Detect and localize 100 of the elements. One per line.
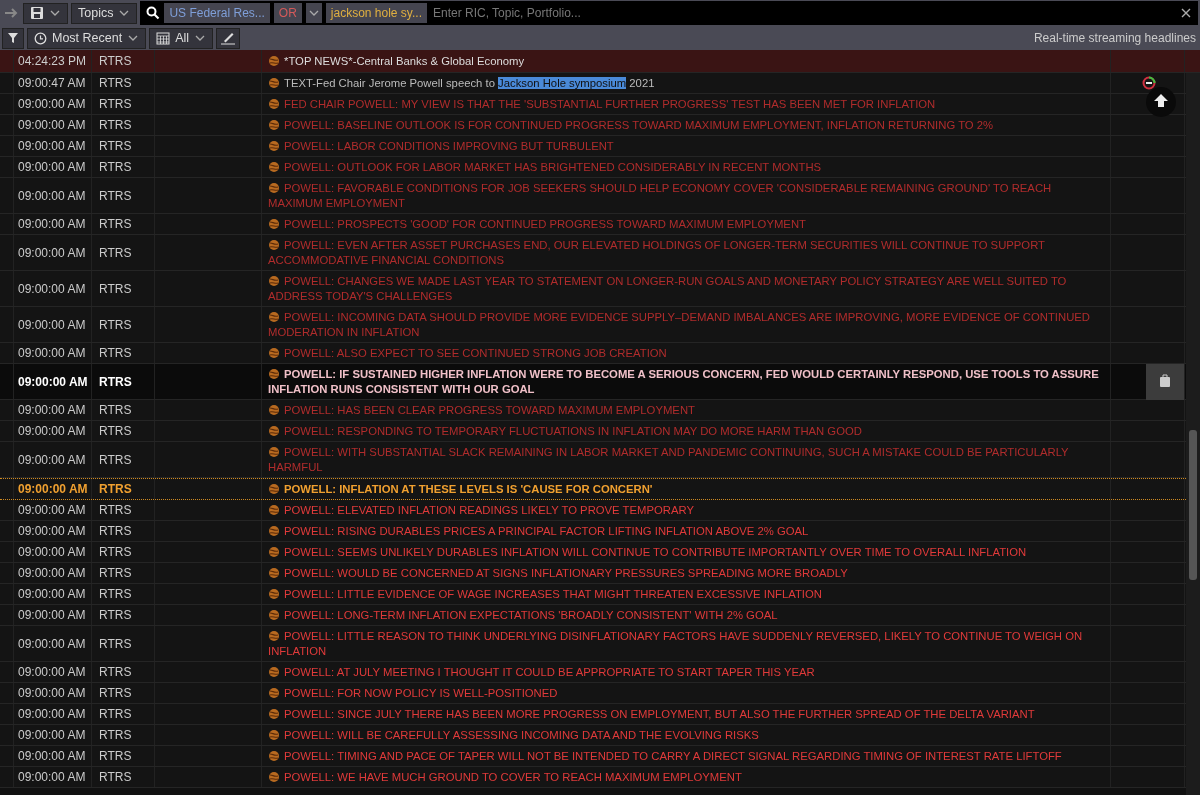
headline-link[interactable]: FED CHAIR POWELL: MY VIEW IS THAT THE 'SUBSTANTIAL FURTHER PROGRESS' TEST HAS BEEN MET FOR INFLATION (262, 94, 1111, 114)
headline-link[interactable]: POWELL: WE HAVE MUCH GROUND TO COVER TO REACH MAXIMUM EMPLOYMENT (262, 767, 1111, 787)
headline-link[interactable]: POWELL: RISING DURABLES PRICES A PRINCIPAL FACTOR LIFTING INFLATION ABOVE 2% GOAL (262, 521, 1111, 541)
headline-link[interactable]: POWELL: WITH SUBSTANTIAL SLACK REMAINING IN LABOR MARKET AND PANDEMIC CONTINUING, SUCH A MISTAKE COULD BE PARTICULARLY HARMFUL (262, 442, 1111, 477)
close-icon[interactable] (1180, 7, 1192, 19)
save-icon (30, 6, 44, 20)
headline-link[interactable]: POWELL: OUTLOOK FOR LABOR MARKET HAS BRIGHTENED CONSIDERABLY IN RECENT MONTHS (262, 157, 1111, 177)
globe-icon (268, 161, 280, 173)
headline-link[interactable]: POWELL: LONG-TERM INFLATION EXPECTATIONS 'BROADLY CONSISTENT' WITH 2% GOAL (262, 605, 1111, 625)
source-cell: RTRS (92, 563, 155, 583)
ric-input[interactable]: Enter RIC, Topic, Portfolio... (430, 3, 1176, 23)
scrollbar[interactable] (1186, 73, 1200, 795)
scroll-top-button[interactable] (1146, 87, 1176, 117)
caption-text: Real-time streaming headlines (1033, 30, 1196, 47)
headline-link[interactable]: POWELL: FOR NOW POLICY IS WELL-POSITIONED (262, 683, 1111, 703)
source-cell: RTRS (92, 421, 155, 441)
source-cell: RTRS (92, 136, 155, 156)
source-cell: RTRS (92, 725, 155, 745)
arrow-icon (4, 7, 20, 19)
filter-icon (7, 32, 19, 44)
globe-icon (268, 182, 280, 194)
time-cell: 09:00:00 AM (14, 683, 92, 703)
headline-link[interactable]: POWELL: FAVORABLE CONDITIONS FOR JOB SEEKERS SHOULD HELP ECONOMY COVER 'CONSIDERABLE REMAINING GROUND' TO REACH MAXIMUM EMPLOYMENT (262, 178, 1111, 213)
headline-link[interactable]: POWELL: CHANGES WE MADE LAST YEAR TO STATEMENT ON LONGER-RUN GOALS AND MONETARY POLICY STRATEGY ARE WELL SUITED TO ADDRESS TODAY'S CHALLENGES (262, 271, 1111, 306)
status-ring-icon (1142, 76, 1156, 90)
globe-icon (268, 750, 280, 762)
globe-icon (268, 368, 280, 380)
globe-icon (268, 546, 280, 558)
time-cell: 09:00:00 AM (14, 214, 92, 234)
globe-icon (268, 729, 280, 741)
source-cell: RTRS (92, 400, 155, 420)
time-cell: 09:00:00 AM (14, 421, 92, 441)
time-cell: 09:00:00 AM (14, 704, 92, 724)
date-range-dropdown[interactable]: All (149, 27, 214, 49)
headline-link[interactable]: POWELL: ELEVATED INFLATION READINGS LIKELY TO PROVE TEMPORARY (262, 500, 1111, 520)
source-cell: RTRS (92, 307, 155, 342)
time-cell: 04:24:23 PM (14, 50, 92, 72)
headline-link[interactable]: *TOP NEWS*-Central Banks & Global Economy (262, 50, 1111, 72)
headline-link[interactable]: POWELL: INFLATION AT THESE LEVELS IS 'CAUSE FOR CONCERN' (262, 479, 1111, 499)
time-cell: 09:00:00 AM (14, 94, 92, 114)
globe-icon (268, 630, 280, 642)
source-cell: RTRS (92, 442, 155, 477)
search-icon (146, 6, 161, 20)
search-term[interactable]: US Federal Res... (164, 3, 270, 23)
headline-link[interactable]: POWELL: PROSPECTS 'GOOD' FOR CONTINUED PROGRESS TOWARD MAXIMUM EMPLOYMENT (262, 214, 1111, 234)
headline-link[interactable]: POWELL: LABOR CONDITIONS IMPROVING BUT TURBULENT (262, 136, 1111, 156)
source-cell: RTRS (92, 500, 155, 520)
save-menu-button[interactable] (23, 2, 68, 24)
globe-icon (268, 609, 280, 621)
time-cell: 09:00:00 AM (14, 521, 92, 541)
globe-icon (268, 687, 280, 699)
time-cell: 09:00:00 AM (14, 479, 92, 499)
source-cell: RTRS (92, 767, 155, 787)
time-cell: 09:00:00 AM (14, 767, 92, 787)
headline-link[interactable]: POWELL: INCOMING DATA SHOULD PROVIDE MORE EVIDENCE SUPPLY–DEMAND IMBALANCES ARE IMPROVING, MORE EVIDENCE OF CONTINUED MODERATION IN INFLATION (262, 307, 1111, 342)
time-cell: 09:00:00 AM (14, 235, 92, 270)
time-cell: 09:00:00 AM (14, 400, 92, 420)
headline-link[interactable]: POWELL: RESPONDING TO TEMPORARY FLUCTUATIONS IN INFLATION MAY DO MORE HARM THAN GOOD (262, 421, 1111, 441)
source-cell: RTRS (92, 271, 155, 306)
sort-dropdown[interactable]: Most Recent (27, 27, 147, 49)
headline-link[interactable]: POWELL: ALSO EXPECT TO SEE CONTINUED STRONG JOB CREATION (262, 343, 1111, 363)
edit-button[interactable] (216, 27, 241, 49)
source-cell: RTRS (92, 584, 155, 604)
headline-link[interactable]: POWELL: WILL BE CAREFULLY ASSESSING INCOMING DATA AND THE EVOLVING RISKS (262, 725, 1111, 745)
globe-icon (268, 425, 280, 437)
time-cell: 09:00:00 AM (14, 271, 92, 306)
filter-button[interactable] (2, 27, 24, 49)
source-cell: RTRS (92, 73, 155, 93)
source-cell: RTRS (92, 157, 155, 177)
headline-link[interactable]: POWELL: AT JULY MEETING I THOUGHT IT COULD BE APPROPRIATE TO START TAPER THIS YEAR (262, 662, 1111, 682)
time-cell: 09:00:00 AM (14, 626, 92, 661)
headline-link[interactable]: POWELL: LITTLE EVIDENCE OF WAGE INCREASES THAT MIGHT THREATEN EXCESSIVE INFLATION (262, 584, 1111, 604)
source-cell: RTRS (92, 364, 155, 399)
headline-link[interactable]: POWELL: LITTLE REASON TO THINK UNDERLYING DISINFLATIONARY FACTORS HAVE SUDDENLY REVERSED, LIKELY TO CONTINUE TO WEIGH ON INFLATION (262, 626, 1111, 661)
time-cell: 09:00:47 AM (14, 73, 92, 93)
headline-link[interactable]: POWELL: SEEMS UNLIKELY DURABLES INFLATION WILL CONTINUE TO CONTRIBUTE IMPORTANTLY OVER TIME TO OVERALL INFLATION (262, 542, 1111, 562)
headline-link[interactable]: POWELL: SINCE JULY THERE HAS BEEN MORE PROGRESS ON EMPLOYMENT, BUT ALSO THE FURTHER SPREAD OF THE DELTA VARIANT (262, 704, 1111, 724)
globe-icon (268, 311, 280, 323)
headline-link[interactable]: POWELL: WOULD BE CONCERNED AT SIGNS INFLATIONARY PRESSURES SPREADING MORE BROADLY (262, 563, 1111, 583)
time-cell: 09:00:00 AM (14, 364, 92, 399)
headline-link[interactable]: POWELL: EVEN AFTER ASSET PURCHASES END, OUR ELEVATED HOLDINGS OF LONGER-TERM SECURITIES WILL CONTINUE TO SUPPORT ACCOMMODATIVE FINANCIAL CONDITIONS (262, 235, 1111, 270)
search-field[interactable]: US Federal Res... OR jackson hole sy... Enter RIC, Topic, Portfolio... (140, 1, 1198, 25)
headline-link[interactable]: POWELL: IF SUSTAINED HIGHER INFLATION WERE TO BECOME A SERIOUS CONCERN, FED WOULD CERTAINLY RESPOND, USE TOOLS TO ASSURE INFLATION RUNS CONSISTENT WITH OUR GOAL (262, 364, 1111, 399)
globe-icon (268, 771, 280, 783)
globe-icon (268, 483, 280, 495)
operator-dropdown[interactable]: OR (273, 3, 302, 23)
globe-icon (268, 98, 280, 110)
source-cell: RTRS (92, 683, 155, 703)
time-cell: 09:00:00 AM (14, 178, 92, 213)
globe-icon (268, 588, 280, 600)
clock-icon (34, 31, 47, 45)
search-term[interactable]: jackson hole sy... (325, 3, 427, 23)
headline-link[interactable]: POWELL: HAS BEEN CLEAR PROGRESS TOWARD MAXIMUM EMPLOYMENT (262, 400, 1111, 420)
headline-link[interactable]: POWELL: BASELINE OUTLOOK IS FOR CONTINUED PROGRESS TOWARD MAXIMUM EMPLOYMENT, INFLATION RETURNING TO 2% (262, 115, 1111, 135)
source-cell: RTRS (92, 214, 155, 234)
headline-link[interactable]: POWELL: TIMING AND PACE OF TAPER WILL NOT BE INTENDED TO CARRY A DIRECT SIGNAL REGARDING TIMING OF INTEREST RATE LIFTOFF (262, 746, 1111, 766)
time-cell: 09:00:00 AM (14, 584, 92, 604)
headline-link[interactable]: TEXT-Fed Chair Jerome Powell speech to Jackson Hole symposium 2021 (262, 73, 1111, 93)
topics-dropdown[interactable]: Topics (71, 2, 138, 24)
pen-icon (220, 31, 237, 45)
